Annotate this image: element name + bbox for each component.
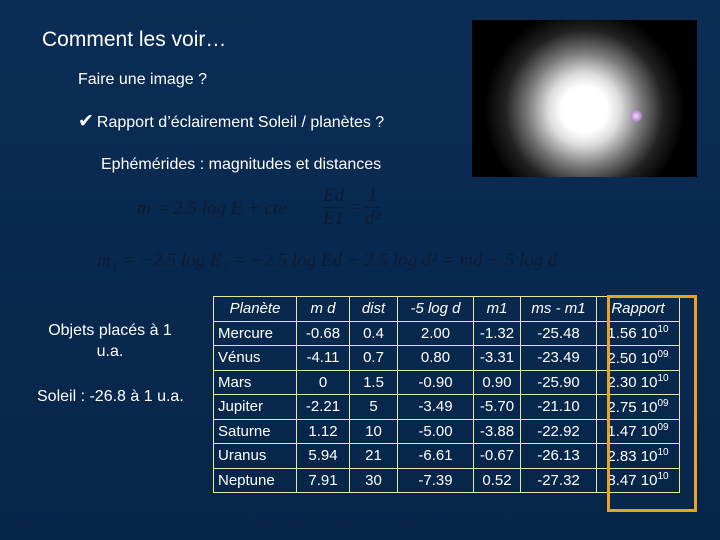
- table-cell: -4.11: [296, 345, 350, 371]
- bullet-image: Faire une image ?: [78, 71, 207, 88]
- table-cell: -21.10: [520, 394, 597, 420]
- table-cell: Jupiter: [213, 394, 297, 420]
- formula-m1: m₁ = −2.5 log E₁ = −2.5 log Ed − 2.5 log…: [97, 250, 558, 271]
- table-cell: 5.94: [296, 443, 350, 469]
- table-cell: 0.4: [349, 320, 398, 346]
- sun-image: [472, 20, 697, 177]
- table-cell: -0.90: [397, 369, 474, 395]
- num2: 1: [367, 185, 378, 206]
- table-cell: 0.90: [473, 369, 521, 395]
- table-cell: Saturne: [213, 418, 297, 444]
- table-cell: 0.80: [397, 345, 474, 371]
- table-cell: -1.32: [473, 320, 521, 346]
- table-cell: Mars: [213, 369, 297, 395]
- table-cell: -26.13: [520, 443, 597, 469]
- bullet-text: Rapport d’éclairement Soleil / planètes …: [96, 114, 385, 131]
- table-cell: -7.39: [397, 467, 474, 493]
- table-cell: 0: [296, 369, 350, 395]
- table-cell: -5.00: [397, 418, 474, 444]
- table-cell: -27.32: [520, 467, 597, 493]
- formula-ratio: Ed E1 = 1 d²: [323, 185, 381, 230]
- table-cell: Uranus: [213, 443, 297, 469]
- rapport-highlight: [607, 295, 697, 512]
- table-cell: 2.00: [397, 320, 474, 346]
- footer-title: Exoplanètes - stage DAFOP janvier 2010 -…: [255, 519, 445, 529]
- soleil-label: Soleil : -26.8 à 1 u.a.: [37, 388, 184, 405]
- table-cell: -3.31: [473, 345, 521, 371]
- table-cell: 1.12: [296, 418, 350, 444]
- table-cell: 0.7: [349, 345, 398, 371]
- table-cell: 5: [349, 394, 398, 420]
- footer-date: 2010/01/20: [15, 519, 61, 529]
- num: Ed: [323, 185, 345, 206]
- planet-dot: [630, 110, 642, 122]
- column-header: m d: [296, 296, 350, 322]
- table-cell: -3.49: [397, 394, 474, 420]
- table-cell: 10: [349, 418, 398, 444]
- table-cell: -25.48: [520, 320, 597, 346]
- table-cell: -0.67: [473, 443, 521, 469]
- table-cell: -0.68: [296, 320, 350, 346]
- table-cell: Vénus: [213, 345, 297, 371]
- bullet-ephemerides: Ephémérides : magnitudes et distances: [101, 156, 382, 173]
- column-header: m1: [473, 296, 521, 322]
- table-cell: 21: [349, 443, 398, 469]
- table-cell: 7.91: [296, 467, 350, 493]
- table-cell: 1.5: [349, 369, 398, 395]
- table-cell: -5.70: [473, 394, 521, 420]
- column-header: dist: [349, 296, 398, 322]
- table-cell: -23.49: [520, 345, 597, 371]
- page-number: 11: [694, 519, 704, 529]
- slide-title: Comment les voir…: [42, 28, 227, 51]
- table-cell: -2.21: [296, 394, 350, 420]
- den2: d²: [364, 207, 381, 229]
- column-header: -5 log d: [397, 296, 474, 322]
- objets-label: Objets placés à 1 u.a.: [48, 322, 172, 360]
- column-header: ms - m1: [520, 296, 597, 322]
- table-cell: -25.90: [520, 369, 597, 395]
- table-cell: Mercure: [213, 320, 297, 346]
- table-cell: -6.61: [397, 443, 474, 469]
- den: E1: [323, 207, 345, 229]
- table-cell: -3.88: [473, 418, 521, 444]
- column-header: Planète: [213, 296, 297, 322]
- formula-magnitude: m = 2.5 log E + cte: [137, 198, 287, 219]
- table-cell: -22.92: [520, 418, 597, 444]
- table-cell: Neptune: [213, 467, 297, 493]
- bullet-rapport: ✔ Rapport d’éclairement Soleil / planètes…: [78, 110, 384, 133]
- table-cell: 0.52: [473, 467, 521, 493]
- table-cell: 30: [349, 467, 398, 493]
- check-icon: ✔: [78, 111, 94, 132]
- eq: =: [348, 196, 361, 218]
